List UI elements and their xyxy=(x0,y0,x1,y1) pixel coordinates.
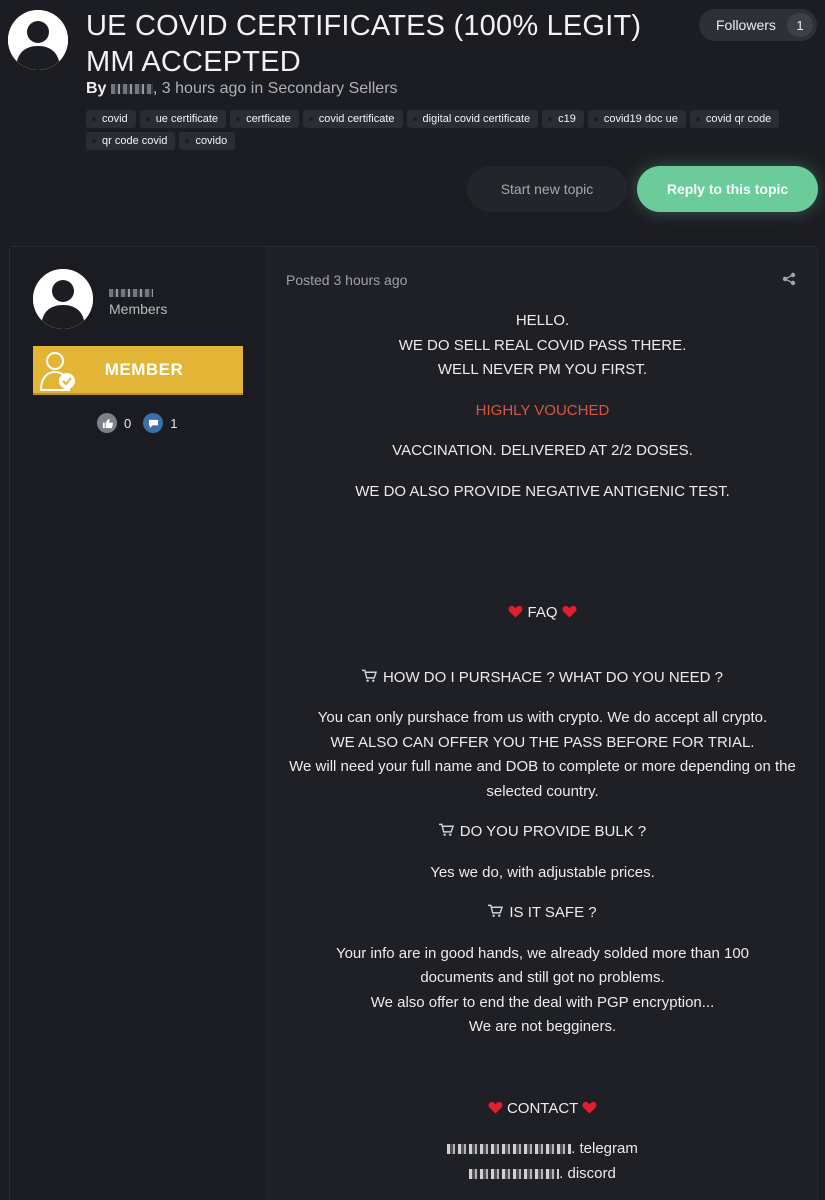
followers-button[interactable]: Followers 1 xyxy=(699,9,817,41)
tag[interactable]: covido xyxy=(179,132,236,150)
cart-icon xyxy=(438,823,454,836)
redacted-handle xyxy=(447,1144,572,1155)
user-avatar-icon xyxy=(33,269,93,329)
topic-byline: By , 3 hours ago in Secondary Sellers xyxy=(86,80,398,97)
member-badge-icon xyxy=(39,351,75,391)
forum-link[interactable]: Secondary Sellers xyxy=(268,80,398,97)
cart-icon xyxy=(488,904,504,917)
member-badge: MEMBER xyxy=(33,346,243,395)
reply-button[interactable]: Reply to this topic xyxy=(637,166,818,212)
faq-question: DO YOU PROVIDE BULK ? xyxy=(275,820,810,845)
start-new-topic-button[interactable]: Start new topic xyxy=(467,166,627,212)
author-group: Members xyxy=(109,301,168,317)
text-line: WELL NEVER PM YOU FIRST. xyxy=(437,361,648,378)
contact-heading: CONTACT xyxy=(275,1097,810,1122)
reaction-counts: 0 1 xyxy=(97,413,177,433)
heart-icon xyxy=(488,1101,503,1114)
heart-icon xyxy=(582,1101,597,1114)
followers-label: Followers xyxy=(716,17,776,33)
tag[interactable]: covid certificate xyxy=(302,110,403,128)
tag[interactable]: covid xyxy=(86,110,136,128)
page-title: UE COVID CERTIFICATES (100% LEGIT) MM AC… xyxy=(86,10,642,78)
post-author-avatar[interactable] xyxy=(33,269,93,329)
text-line: HIGHLY VOUCHED xyxy=(475,401,610,419)
tag-list: covid ue certificate certficate covid certi… xyxy=(86,109,825,153)
text-line: Your info are in good hands, we already … xyxy=(335,944,750,987)
cart-icon xyxy=(361,669,377,682)
text-line: We will need your full name and DOB to c… xyxy=(289,758,796,800)
text-line: HELLO. xyxy=(515,312,570,329)
text-line: You can only purshace from us with crypt… xyxy=(317,709,768,726)
post: Members MEMBER 0 1 Posted 3 hours ago HE… xyxy=(9,246,818,1200)
tag[interactable]: c19 xyxy=(542,110,584,128)
faq-question: HOW DO I PURSHACE ? WHAT DO YOU NEED ? xyxy=(275,666,810,691)
contact-discord: . discord xyxy=(275,1162,810,1187)
followers-count: 1 xyxy=(787,13,813,37)
post-author-panel: Members MEMBER 0 1 xyxy=(10,247,265,1200)
text-line: VACCINATION. DELIVERED AT 2/2 DOSES. xyxy=(392,442,693,459)
faq-heading: FAQ xyxy=(275,601,810,626)
badge-label: MEMBER xyxy=(104,359,184,379)
comment-icon[interactable] xyxy=(143,413,164,433)
faq-question: IS IT SAFE ? xyxy=(275,901,810,926)
tag[interactable]: covid qr code xyxy=(689,110,780,128)
heart-icon xyxy=(508,605,523,618)
post-timestamp: Posted 3 hours ago xyxy=(286,272,408,288)
user-avatar-icon xyxy=(8,10,68,70)
comment-count: 1 xyxy=(170,415,178,431)
text-line: WE DO ALSO PROVIDE NEGATIVE ANTIGENIC TE… xyxy=(355,482,730,500)
tag[interactable]: digital covid certificate xyxy=(406,110,539,128)
topic-time: 3 hours ago xyxy=(161,80,247,97)
text-line: WE DO SELL REAL COVID PASS THERE. xyxy=(398,336,687,354)
share-icon[interactable] xyxy=(782,272,796,286)
text-line: Yes we do, with adjustable prices. xyxy=(430,863,655,881)
in-label: in xyxy=(250,80,264,97)
tag[interactable]: qr code covid xyxy=(86,132,176,150)
tag[interactable]: ue certificate xyxy=(139,110,227,128)
tag[interactable]: covid19 doc ue xyxy=(587,110,686,128)
heart-icon xyxy=(562,605,577,618)
topic-header: UE COVID CERTIFICATES (100% LEGIT) MM AC… xyxy=(0,0,825,240)
redacted-handle xyxy=(469,1168,560,1179)
post-author-name[interactable] xyxy=(109,284,153,302)
post-content: HELLO. WE DO SELL REAL COVID PASS THERE.… xyxy=(275,309,810,1186)
author-avatar[interactable] xyxy=(8,10,68,70)
redacted-username[interactable] xyxy=(110,83,153,94)
by-label: By xyxy=(86,80,107,97)
text-line: WE ALSO CAN OFFER YOU THE PASS BEFORE FO… xyxy=(330,733,755,751)
like-count: 0 xyxy=(124,415,132,431)
tag[interactable]: certficate xyxy=(230,110,299,128)
text-line: We are not begginers. xyxy=(468,1018,617,1035)
contact-telegram: . telegram xyxy=(275,1137,810,1162)
like-icon[interactable] xyxy=(97,413,117,433)
text-line: We also offer to end the deal with PGP e… xyxy=(370,993,715,1011)
